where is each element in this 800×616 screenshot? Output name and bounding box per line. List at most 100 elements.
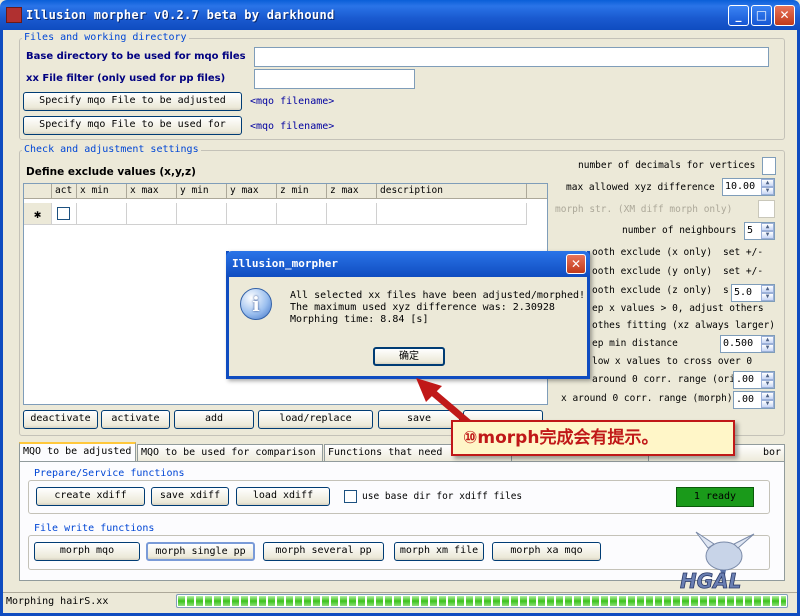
progress-segment [493,596,500,606]
max-diff-value: 10.00 [725,181,756,192]
morph-mqo-button[interactable]: morph mqo [34,542,140,561]
new-row-marker: ✱ [24,203,52,225]
specify-adjusted-button[interactable]: Specify mqo File to be adjusted [23,92,242,111]
use-base-dir-checkbox[interactable] [344,490,357,503]
progress-segment [286,596,293,606]
morph-single-pp-button[interactable]: morph single pp [146,542,255,561]
grid-cell-zmax[interactable] [327,203,377,225]
spin-up-icon[interactable]: ▲ [761,179,774,187]
progress-segment [565,596,572,606]
progress-segment [628,596,635,606]
neighbours-label: number of neighbours [622,225,737,236]
grid-col-description[interactable]: description [377,184,527,199]
prepare-group-label: Prepare/Service functions [32,468,187,479]
progress-segment [718,596,725,606]
progress-segment [322,596,329,606]
decimals-spinner[interactable] [762,157,776,175]
dialog-close-button[interactable]: ✕ [566,254,586,274]
tab-mqo-comparison[interactable]: MQO to be used for comparison [137,444,323,462]
grid-cell-zmin[interactable] [277,203,327,225]
grid-col-ymin[interactable]: y min [177,184,227,199]
grid-col-xmin[interactable]: x min [77,184,127,199]
smooth-z-spinner[interactable]: 5.0 ▲ ▼ [731,284,775,302]
progress-segment [412,596,419,606]
morph-xa-button[interactable]: morph xa mqo [492,542,601,561]
progress-segment [241,596,248,606]
minimize-button[interactable]: _ [728,5,749,26]
spin-down-icon[interactable]: ▼ [761,187,774,195]
spin-down-icon[interactable]: ▼ [761,293,774,301]
grid-col-act[interactable]: act [52,184,77,199]
grid-cell-description[interactable] [377,203,527,225]
step-spinner[interactable]: 0.500 ▲ ▼ [720,335,775,353]
status-text: Morphing hairS.xx [6,596,109,607]
dialog-message-line1: All selected xx files have been adjusted… [290,290,586,301]
spin-up-icon[interactable]: ▲ [761,392,774,400]
base-dir-input[interactable] [254,47,769,67]
allow-cross-label: low x values to cross over 0 [592,356,753,367]
dialog-ok-button[interactable]: 确定 [373,347,445,366]
maximize-button[interactable]: □ [751,5,772,26]
specify-used-for-button[interactable]: Specify mqo File to be used for [23,116,242,135]
info-icon: i [240,288,272,320]
act-checkbox[interactable] [57,207,70,220]
progress-segment [682,596,689,606]
window-title: Illusion morpher v0.2.7 beta by darkhoun… [26,8,335,22]
spin-up-icon[interactable]: ▲ [761,372,774,380]
spin-down-icon[interactable]: ▼ [761,231,774,239]
spin-down-icon[interactable]: ▼ [761,400,774,408]
adjusted-filename: <mqo filename> [250,96,335,107]
smooth-y-label: ooth exclude (y only) [592,266,713,277]
spin-up-icon[interactable]: ▲ [761,336,774,344]
morph-xm-button[interactable]: morph xm file [394,542,484,561]
close-window-button[interactable]: ✕ [774,5,795,26]
save-xdiff-button[interactable]: save xdiff [151,487,229,506]
progress-segment [637,596,644,606]
spin-down-icon[interactable]: ▼ [761,380,774,388]
grid-col-xmax[interactable]: x max [127,184,177,199]
load-xdiff-button[interactable]: load xdiff [236,487,330,506]
grid-cell-xmax[interactable] [127,203,177,225]
max-diff-spinner[interactable]: 10.00 ▲ ▼ [722,178,775,196]
files-group-label: Files and working directory [22,32,189,43]
progress-segment [277,596,284,606]
grid-col-zmin[interactable]: z min [277,184,327,199]
spin-up-icon[interactable]: ▲ [761,223,774,231]
morph-str-spinner[interactable] [758,200,775,218]
tab-mqo-adjusted[interactable]: MQO to be adjusted [19,442,136,462]
progress-segment [538,596,545,606]
spin-down-icon[interactable]: ▼ [761,344,774,352]
app-icon[interactable] [6,7,22,23]
load-replace-button[interactable]: load/replace [258,410,373,429]
spin-up-icon[interactable]: ▲ [761,285,774,293]
around-morph-spinner[interactable]: .00 ▲ ▼ [733,391,775,409]
progress-segment [259,596,266,606]
create-xdiff-button[interactable]: create xdiff [36,487,145,506]
progress-segment [214,596,221,606]
progress-segment [502,596,509,606]
neighbours-spinner[interactable]: 5 ▲ ▼ [744,222,775,240]
progress-segment [331,596,338,606]
around-orig-label: around 0 corr. range (orig) [592,374,747,385]
grid-cell-ymin[interactable] [177,203,227,225]
activate-button[interactable]: activate [101,410,170,429]
around-morph-label: x around 0 corr. range (morph) [561,393,733,404]
morph-several-pp-button[interactable]: morph several pp [263,542,384,561]
grid-cell-act[interactable] [52,203,77,225]
progress-segment [295,596,302,606]
progress-segment [736,596,743,606]
around-orig-spinner[interactable]: .00 ▲ ▼ [733,371,775,389]
progress-segment [610,596,617,606]
deactivate-button[interactable]: deactivate [23,410,98,429]
progress-segment [763,596,770,606]
filter-input[interactable] [254,69,415,89]
grid-cell-ymax[interactable] [227,203,277,225]
progress-segment [781,596,786,606]
add-button[interactable]: add [174,410,254,429]
progress-segment [250,596,257,606]
grid-cell-xmin[interactable] [77,203,127,225]
progress-segment [349,596,356,606]
progress-segment [448,596,455,606]
grid-col-zmax[interactable]: z max [327,184,377,199]
grid-col-ymax[interactable]: y max [227,184,277,199]
